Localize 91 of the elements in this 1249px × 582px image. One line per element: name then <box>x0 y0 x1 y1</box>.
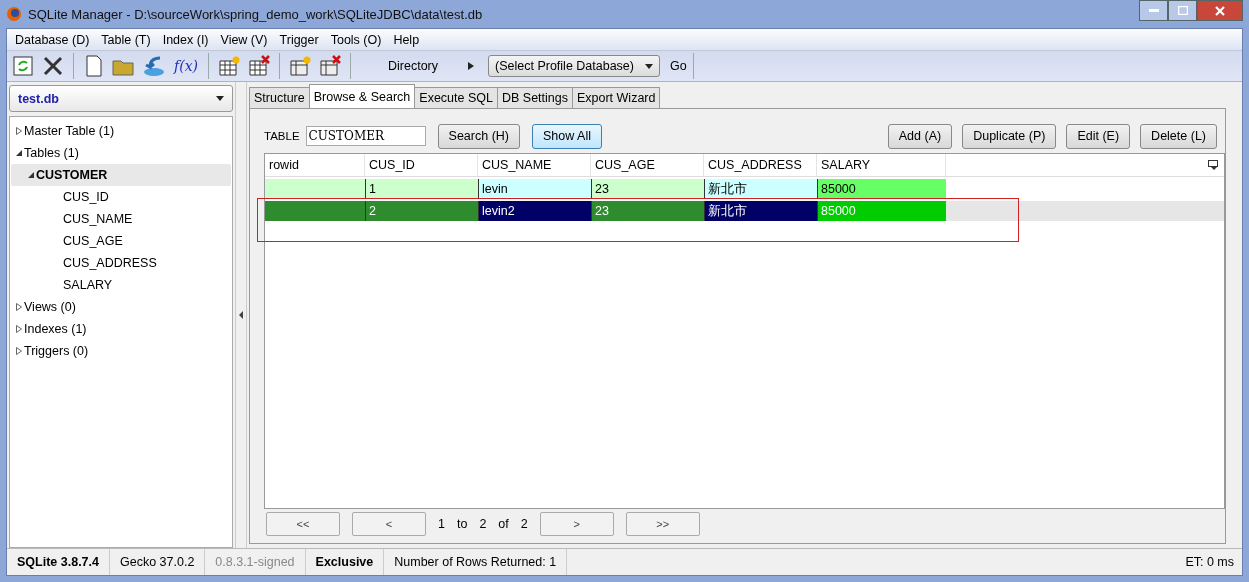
minimize-button[interactable] <box>1139 0 1168 21</box>
menu-item[interactable]: Trigger <box>273 32 325 47</box>
collapsed-triangle-icon[interactable] <box>15 303 23 311</box>
menu-item[interactable]: Index (I) <box>156 32 215 47</box>
dropdown-arrow-icon <box>645 63 654 69</box>
tree-item[interactable]: Master Table (1) <box>11 120 231 142</box>
caret-icon[interactable] <box>468 62 475 70</box>
minimize-icon <box>1148 8 1159 13</box>
table-cell: levin2 <box>478 201 591 221</box>
database-select[interactable]: test.db <box>9 85 233 112</box>
table-cell: levin <box>478 179 591 199</box>
drop-index-icon[interactable] <box>317 53 343 79</box>
page-to: 2 <box>479 517 487 531</box>
tree-item[interactable]: CUS_ID <box>11 186 231 208</box>
table-row[interactable]: 1 levin 23 新北市 85000 <box>265 179 1224 199</box>
refresh-icon[interactable] <box>10 53 36 79</box>
action-button[interactable]: Add (A) <box>887 123 953 149</box>
tree-item[interactable]: Tables (1) <box>11 142 231 164</box>
page-of-label: of <box>498 517 509 531</box>
tab[interactable]: Execute SQL <box>414 87 498 108</box>
go-button[interactable]: Go <box>664 53 694 79</box>
directory-label: Directory <box>388 59 439 73</box>
next-page-button[interactable]: > <box>539 512 614 536</box>
toolbar-button[interactable]: Search (H) <box>437 123 520 149</box>
action-button[interactable]: Duplicate (P) <box>962 123 1057 149</box>
table-cell: 23 <box>591 201 704 221</box>
tree-item[interactable]: SALARY <box>11 274 231 296</box>
table-cell: 85000 <box>817 179 946 199</box>
column-picker-icon[interactable] <box>1208 160 1218 170</box>
status-text: Exclusive <box>305 549 385 575</box>
splitter-handle[interactable] <box>235 82 247 548</box>
column-header[interactable]: rowid <box>265 154 365 176</box>
table-cell: 新北市 <box>704 179 817 199</box>
previous-page-button[interactable]: < <box>352 512 426 536</box>
table-row[interactable]: 2 levin2 23 新北市 85000 <box>265 201 1224 221</box>
status-text: Number of Rows Returned: 1 <box>384 549 568 575</box>
tree-item[interactable]: CUS_NAME <box>11 208 231 230</box>
maximize-icon <box>1177 6 1188 15</box>
table-label: TABLE <box>264 130 300 142</box>
table-cell: 85000 <box>817 201 946 221</box>
collapsed-triangle-icon[interactable] <box>15 127 23 135</box>
expanded-triangle-icon[interactable] <box>27 171 35 179</box>
function-button[interactable]: f(x) <box>171 58 201 74</box>
status-text: Gecko 37.0.2 <box>110 549 206 575</box>
tree-item[interactable]: CUS_ADDRESS <box>11 252 231 274</box>
close-icon <box>1215 5 1225 16</box>
last-page-button[interactable]: >> <box>625 512 700 536</box>
menu-item[interactable]: Tools (O) <box>324 32 388 47</box>
tree-item[interactable]: CUS_AGE <box>11 230 231 252</box>
tab[interactable]: Export Wizard <box>571 87 661 108</box>
maximize-button[interactable] <box>1168 0 1197 21</box>
column-header[interactable]: CUS_ID <box>365 154 478 176</box>
column-header[interactable]: SALARY <box>817 154 946 176</box>
column-header[interactable]: CUS_ADDRESS <box>704 154 817 176</box>
close-button[interactable] <box>1197 0 1243 21</box>
status-text: SQLite 3.8.7.4 <box>7 549 110 575</box>
action-button[interactable]: Delete (L) <box>1140 123 1217 149</box>
status-text: 0.8.3.1-signed <box>205 549 306 575</box>
drop-table-icon[interactable] <box>246 53 272 79</box>
window-title: SQLite Manager - D:\sourceWork\spring_demo_work\SQLiteJDBC\data\test.db <box>28 6 483 22</box>
dropdown-arrow-icon <box>216 96 224 101</box>
tree-item[interactable]: Triggers (0) <box>11 340 231 362</box>
table-cell: 23 <box>591 179 704 199</box>
table-cell: 新北市 <box>704 201 817 221</box>
column-header[interactable]: CUS_AGE <box>591 154 704 176</box>
tree-item[interactable]: CUSTOMER <box>11 164 231 186</box>
table-field[interactable]: CUSTOMER <box>305 126 426 146</box>
tab[interactable]: Browse & Search <box>308 84 416 108</box>
table-cell: 1 <box>365 179 478 199</box>
action-button[interactable]: Edit (E) <box>1066 123 1131 149</box>
tree-item[interactable]: Indexes (1) <box>11 318 231 340</box>
menu-item[interactable]: Table (T) <box>95 32 157 47</box>
page-total: 2 <box>520 517 528 531</box>
collapsed-triangle-icon[interactable] <box>15 325 23 333</box>
menu-item[interactable]: Help <box>387 32 426 47</box>
expanded-triangle-icon[interactable] <box>15 149 23 157</box>
page-to-label: to <box>456 517 468 531</box>
elapsed-time: ET: 0 ms <box>1185 555 1235 569</box>
toolbar-button[interactable]: Show All <box>532 123 602 149</box>
page-from: 1 <box>438 517 445 531</box>
tree-item[interactable]: Views (0) <box>11 296 231 318</box>
table-cell: 2 <box>365 201 478 221</box>
first-page-button[interactable]: << <box>266 512 340 536</box>
profile-select[interactable]: (Select Profile Database) <box>488 55 661 77</box>
column-header[interactable]: CUS_NAME <box>478 154 591 176</box>
menu-item[interactable]: View (V) <box>214 32 274 47</box>
collapsed-triangle-icon[interactable] <box>15 347 23 355</box>
browser-logo-icon <box>6 6 22 22</box>
tab[interactable]: Structure <box>249 87 310 108</box>
tab[interactable]: DB Settings <box>496 87 573 108</box>
menu-item[interactable]: Database (D) <box>9 32 96 47</box>
